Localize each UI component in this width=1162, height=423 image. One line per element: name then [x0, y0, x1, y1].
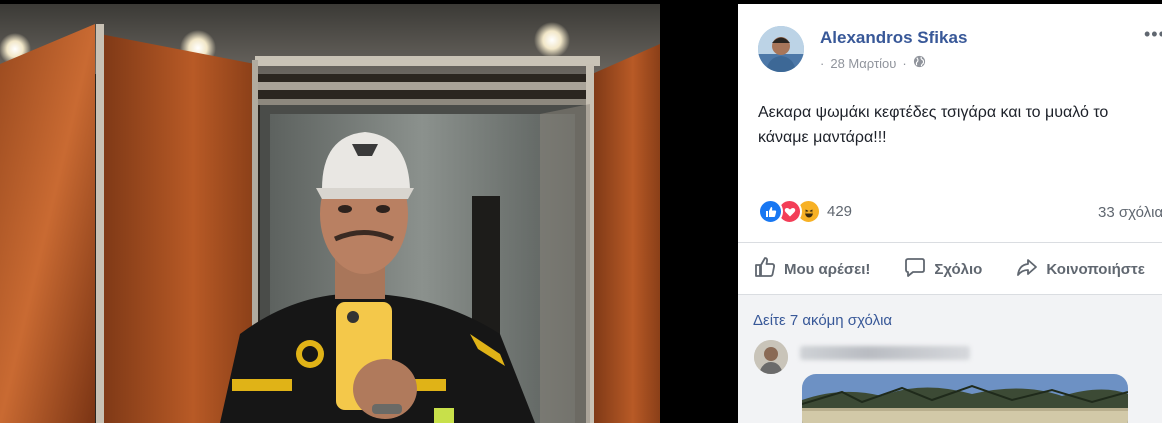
- comment-photo: [802, 374, 1128, 423]
- post-actions: Μου αρέσει! Σχόλιο Κοινοποιήστε: [754, 252, 1162, 286]
- post-text: Αεκαρα ψωμάκι κεφτέδες τσιγάρα και το μυ…: [758, 100, 1158, 150]
- comment-button-label: Σχόλιο: [934, 260, 983, 278]
- commenter-name-blurred: [800, 346, 970, 360]
- meta-separator-2: ·: [902, 55, 907, 71]
- comment-count[interactable]: 33 σχόλια: [1098, 204, 1162, 221]
- post-panel: Alexandros Sfikas ••• · 28 Μαρτίου · Αεκ…: [738, 4, 1162, 423]
- reactions-summary[interactable]: 429: [758, 199, 852, 224]
- share-button[interactable]: Κοινοποιήστε: [1016, 256, 1145, 282]
- view-more-comments-link[interactable]: Δείτε 7 ακόμη σχόλια: [753, 312, 892, 329]
- share-button-label: Κοινοποιήστε: [1046, 260, 1145, 278]
- divider: [738, 242, 1162, 243]
- like-button-label: Μου αρέσει!: [784, 260, 871, 278]
- like-icon: [758, 199, 783, 224]
- author-avatar[interactable]: [758, 26, 804, 72]
- photo-viewer: [0, 0, 738, 423]
- post-date[interactable]: 28 Μαρτίου: [830, 56, 896, 71]
- reaction-count: 429: [827, 203, 853, 220]
- share-icon: [1016, 256, 1038, 282]
- comment-button[interactable]: Σχόλιο: [904, 256, 982, 282]
- commenter-avatar[interactable]: [754, 340, 788, 374]
- avatar-image: [758, 26, 804, 72]
- like-button[interactable]: Μου αρέσει!: [754, 256, 870, 282]
- post-text-line-2: κάναμε μαντάρα!!!: [758, 129, 887, 146]
- globe-icon[interactable]: [913, 55, 926, 71]
- post-meta: · 28 Μαρτίου ·: [820, 55, 926, 71]
- comment-icon: [904, 256, 926, 282]
- more-options-icon[interactable]: •••: [1144, 24, 1162, 45]
- meta-separator: ·: [820, 55, 825, 71]
- thumbs-up-icon: [754, 256, 776, 282]
- elevator-selfie-image: [0, 4, 660, 423]
- post-text-line-1: Αεκαρα ψωμάκι κεφτέδες τσιγάρα και το μυ…: [758, 104, 1109, 121]
- comment-image[interactable]: [802, 374, 1128, 423]
- author-name[interactable]: Alexandros Sfikas: [820, 28, 967, 48]
- post-photo[interactable]: [0, 4, 660, 423]
